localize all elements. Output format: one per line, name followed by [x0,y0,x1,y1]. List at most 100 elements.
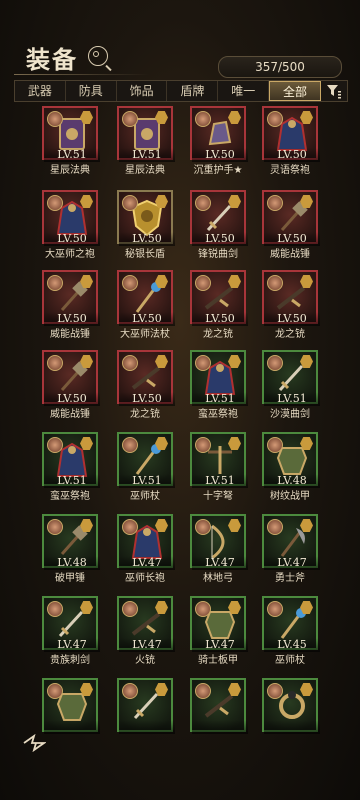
equipment-card[interactable] [262,678,320,746]
equipment-card[interactable]: LV.48 破甲锤 [42,514,100,584]
equipment-card[interactable]: LV.50 龙之铳 [190,270,248,340]
item-frame: LV.45 [262,596,320,652]
item-name: 贵族刺剑 [50,655,90,666]
equipment-card[interactable] [42,678,100,746]
equipment-card[interactable]: LV.50 灵语祭袍 [262,106,320,176]
item-level: LV.50 [44,312,100,326]
equipment-card[interactable]: LV.51 蛮巫祭袍 [42,432,100,502]
item-level [119,720,175,734]
equipment-card[interactable]: LV.50 锋锐曲剑 [190,190,248,260]
item-level: LV.47 [119,556,175,570]
equipment-card[interactable]: LV.50 沉重护手★ [190,106,248,176]
hero-avatar [47,519,63,535]
tab-shield[interactable]: 盾牌 [167,81,219,101]
item-level: LV.50 [44,392,100,406]
item-name: 巫师长袍 [125,573,165,584]
item-name: 沉重护手★ [193,165,243,176]
hero-avatar [267,601,283,617]
equipment-card[interactable]: LV.51 巫师杖 [117,432,175,502]
hero-avatar [47,355,63,371]
equipment-card[interactable]: LV.48 树纹战甲 [262,432,320,502]
equipment-card[interactable]: LV.50 秘银长盾 [117,190,175,260]
tab-weapon[interactable]: 武器 [15,81,66,101]
item-level: LV.47 [264,556,320,570]
item-name: 骑士板甲 [198,655,238,666]
item-frame: LV.50 [190,106,248,162]
filter-icon[interactable] [321,81,347,101]
tab-all[interactable]: 全部 [269,81,321,101]
item-frame: LV.50 [117,190,175,246]
hero-avatar [47,683,63,699]
item-level: LV.50 [44,232,100,246]
equipment-card[interactable]: LV.47 巫师长袍 [117,514,175,584]
equipment-card[interactable]: LV.50 威能战锤 [42,270,100,340]
equipment-card[interactable]: LV.50 威能战锤 [262,190,320,260]
hero-avatar [267,519,283,535]
item-frame: LV.51 [117,106,175,162]
item-name: 威能战锤 [270,249,310,260]
hero-avatar [195,437,211,453]
item-frame: LV.51 [42,432,100,488]
item-name: 树纹战甲 [270,491,310,502]
back-icon[interactable] [22,734,46,752]
item-frame: LV.48 [42,514,100,570]
item-level: LV.51 [44,148,100,162]
equipment-card[interactable]: LV.51 沙漠曲剑 [262,350,320,420]
item-name: 星辰法典 [50,165,90,176]
equipment-card[interactable]: LV.51 十字弩 [190,432,248,502]
item-level: LV.47 [192,556,248,570]
item-level: LV.45 [264,638,320,652]
equipment-card[interactable]: LV.50 龙之铳 [117,350,175,420]
item-frame: LV.48 [262,432,320,488]
item-frame: LV.51 [262,350,320,406]
item-frame: LV.50 [262,270,320,326]
item-level: LV.47 [192,638,248,652]
item-level: LV.48 [264,474,320,488]
item-name: 大巫师之袍 [45,249,95,260]
equipment-card[interactable]: LV.45 巫师杖 [262,596,320,666]
item-frame: LV.47 [190,514,248,570]
equipment-card[interactable] [190,678,248,746]
item-level: LV.51 [192,392,248,406]
item-frame: LV.50 [42,190,100,246]
hero-avatar [122,195,138,211]
item-frame: LV.51 [42,106,100,162]
item-level: LV.50 [192,148,248,162]
item-level: LV.50 [192,232,248,246]
item-name: 大巫师法杖 [120,329,170,340]
item-name: 龙之铳 [130,409,160,420]
equipment-card[interactable]: LV.50 龙之铳 [262,270,320,340]
item-name: 蛮巫祭袍 [50,491,90,502]
equipment-card[interactable]: LV.51 星辰法典 [42,106,100,176]
item-level: LV.51 [119,148,175,162]
equipment-card[interactable]: LV.47 勇士斧 [262,514,320,584]
equipment-card[interactable] [117,678,175,746]
item-frame: LV.50 [262,106,320,162]
equipment-card[interactable]: LV.51 星辰法典 [117,106,175,176]
hero-avatar [195,111,211,127]
item-level: LV.47 [119,638,175,652]
item-frame: LV.51 [117,432,175,488]
search-icon[interactable] [88,46,108,66]
equipment-card[interactable]: LV.50 大巫师法杖 [117,270,175,340]
equipment-card[interactable]: LV.50 威能战锤 [42,350,100,420]
tab-armor[interactable]: 防具 [66,81,117,101]
equipment-card[interactable]: LV.51 蛮巫祭袍 [190,350,248,420]
item-frame: LV.47 [190,596,248,652]
item-name: 锋锐曲剑 [198,249,238,260]
item-frame: LV.47 [42,596,100,652]
tab-unique[interactable]: 唯一 [218,81,270,101]
item-level: LV.47 [44,638,100,652]
item-frame: LV.50 [190,270,248,326]
item-name: 灵语祭袍 [270,165,310,176]
hero-avatar [195,195,211,211]
item-name: 破甲锤 [55,573,85,584]
equipment-card[interactable]: LV.47 骑士板甲 [190,596,248,666]
tab-accessory[interactable]: 饰品 [117,81,168,101]
equipment-card[interactable]: LV.47 火铳 [117,596,175,666]
item-name: 巫师杖 [130,491,160,502]
item-name: 龙之铳 [275,329,305,340]
equipment-card[interactable]: LV.50 大巫师之袍 [42,190,100,260]
equipment-card[interactable]: LV.47 林地弓 [190,514,248,584]
equipment-card[interactable]: LV.47 贵族刺剑 [42,596,100,666]
